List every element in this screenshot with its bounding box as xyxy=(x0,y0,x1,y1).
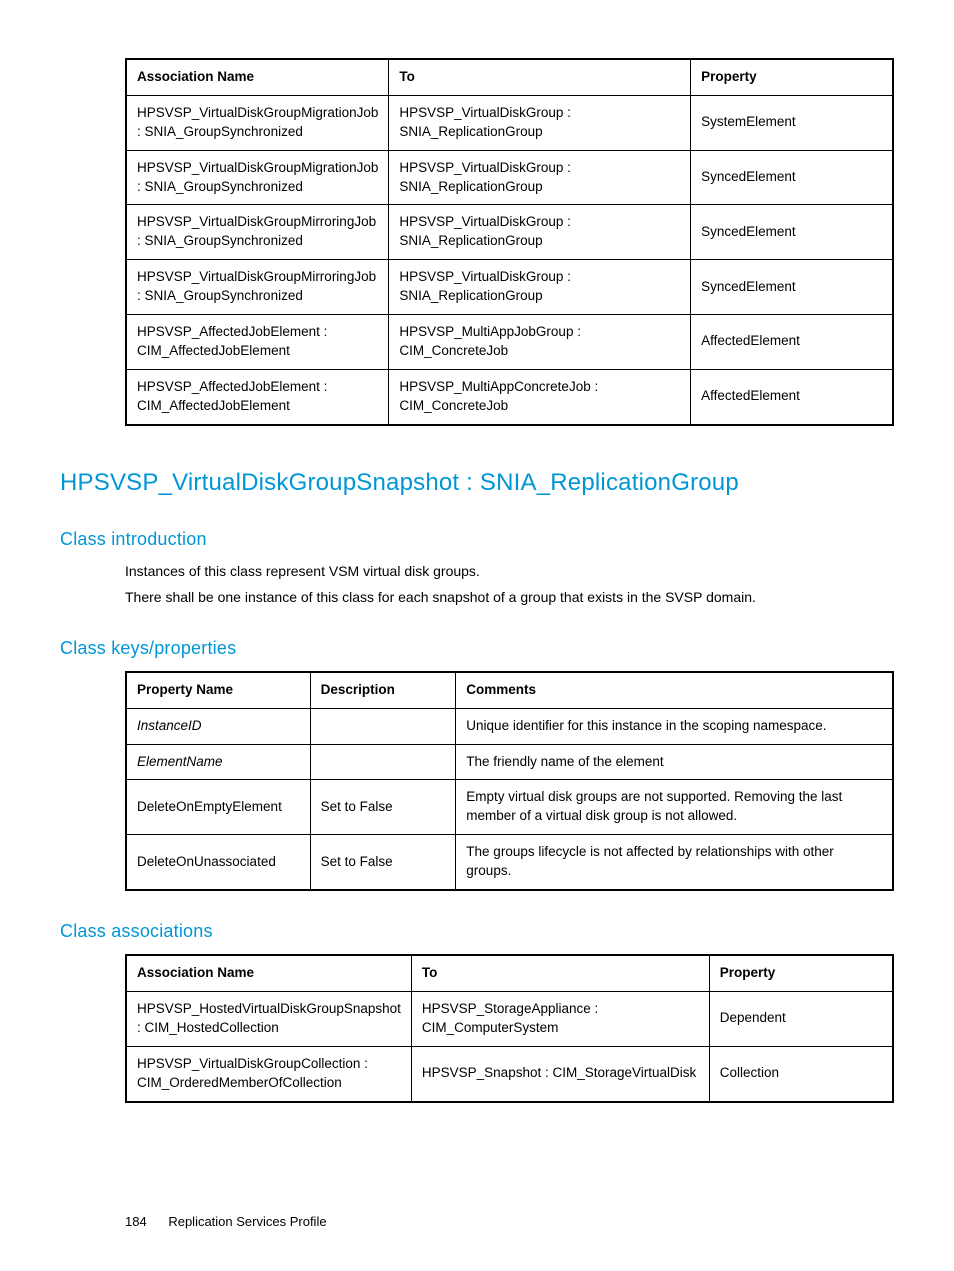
table-cell: HPSVSP_VirtualDiskGroup : SNIA_Replicati… xyxy=(389,260,691,315)
table-row: HPSVSP_AffectedJobElement : CIM_Affected… xyxy=(126,369,893,424)
table-cell: HPSVSP_VirtualDiskGroup : SNIA_Replicati… xyxy=(389,150,691,205)
table-row: HPSVSP_VirtualDiskGroupCollection : CIM_… xyxy=(126,1046,893,1101)
class-heading: HPSVSP_VirtualDiskGroupSnapshot : SNIA_R… xyxy=(60,466,894,500)
table-header: To xyxy=(411,955,709,991)
table-cell: HPSVSP_VirtualDiskGroupMirroringJob : SN… xyxy=(126,260,389,315)
table-row: InstanceID Unique identifier for this ins… xyxy=(126,708,893,744)
table-cell: SyncedElement xyxy=(691,205,893,260)
table-row: HPSVSP_VirtualDiskGroupMigrationJob : SN… xyxy=(126,95,893,150)
table-cell: HPSVSP_VirtualDiskGroupCollection : CIM_… xyxy=(126,1046,411,1101)
table-header: Property xyxy=(691,59,893,95)
property-name-cell: ElementName xyxy=(126,744,310,780)
description-cell xyxy=(310,708,456,744)
table-row: HPSVSP_VirtualDiskGroupMirroringJob : SN… xyxy=(126,205,893,260)
comments-cell: The groups lifecycle is not affected by … xyxy=(456,835,893,890)
table-header: Comments xyxy=(456,672,893,708)
description-cell xyxy=(310,744,456,780)
intro-paragraph: Instances of this class represent VSM vi… xyxy=(125,562,894,582)
comments-cell: Empty virtual disk groups are not suppor… xyxy=(456,780,893,835)
section-title-keys: Class keys/properties xyxy=(60,636,894,661)
table-row: DeleteOnEmptyElementSet to FalseEmpty vi… xyxy=(126,780,893,835)
table-cell: HPSVSP_AffectedJobElement : CIM_Affected… xyxy=(126,369,389,424)
properties-table: Property Name Description Comments Insta… xyxy=(125,671,894,891)
section-title-intro: Class introduction xyxy=(60,527,894,552)
property-name-cell: DeleteOnUnassociated xyxy=(126,835,310,890)
table-row: HPSVSP_HostedVirtualDiskGroupSnapshot : … xyxy=(126,992,893,1047)
table-cell: HPSVSP_MultiAppJobGroup : CIM_ConcreteJo… xyxy=(389,315,691,370)
table-cell: HPSVSP_VirtualDiskGroupMirroringJob : SN… xyxy=(126,205,389,260)
description-cell: Set to False xyxy=(310,835,456,890)
table-cell: HPSVSP_MultiAppConcreteJob : CIM_Concret… xyxy=(389,369,691,424)
table-cell: SystemElement xyxy=(691,95,893,150)
table-header: Property Name xyxy=(126,672,310,708)
table-cell: HPSVSP_AffectedJobElement : CIM_Affected… xyxy=(126,315,389,370)
footer-title: Replication Services Profile xyxy=(168,1214,326,1229)
table-header: Property xyxy=(709,955,893,991)
table-cell: HPSVSP_VirtualDiskGroup : SNIA_Replicati… xyxy=(389,95,691,150)
associations-table-1: Association Name To Property HPSVSP_Virt… xyxy=(125,58,894,426)
associations-table-2: Association Name To Property HPSVSP_Host… xyxy=(125,954,894,1102)
table-cell: AffectedElement xyxy=(691,369,893,424)
table-header: Association Name xyxy=(126,955,411,991)
table-cell: HPSVSP_StorageAppliance : CIM_ComputerSy… xyxy=(411,992,709,1047)
table-cell: SyncedElement xyxy=(691,260,893,315)
table-cell: HPSVSP_Snapshot : CIM_StorageVirtualDisk xyxy=(411,1046,709,1101)
table-row: DeleteOnUnassociatedSet to FalseThe grou… xyxy=(126,835,893,890)
table-cell: HPSVSP_VirtualDiskGroupMigrationJob : SN… xyxy=(126,95,389,150)
table-header: Association Name xyxy=(126,59,389,95)
table-cell: AffectedElement xyxy=(691,315,893,370)
property-name-cell: DeleteOnEmptyElement xyxy=(126,780,310,835)
table-cell: Collection xyxy=(709,1046,893,1101)
comments-cell: The friendly name of the element xyxy=(456,744,893,780)
table-row: HPSVSP_AffectedJobElement : CIM_Affected… xyxy=(126,315,893,370)
table-row: ElementName The friendly name of the elem… xyxy=(126,744,893,780)
table-header: To xyxy=(389,59,691,95)
table-cell: HPSVSP_VirtualDiskGroupMigrationJob : SN… xyxy=(126,150,389,205)
table-cell: SyncedElement xyxy=(691,150,893,205)
section-title-assoc: Class associations xyxy=(60,919,894,944)
table-cell: HPSVSP_VirtualDiskGroup : SNIA_Replicati… xyxy=(389,205,691,260)
table-header: Description xyxy=(310,672,456,708)
page-footer: 184 Replication Services Profile xyxy=(125,1213,894,1231)
intro-paragraph: There shall be one instance of this clas… xyxy=(125,588,894,608)
property-name-cell: InstanceID xyxy=(126,708,310,744)
page-number: 184 xyxy=(125,1213,147,1231)
table-cell: HPSVSP_HostedVirtualDiskGroupSnapshot : … xyxy=(126,992,411,1047)
table-cell: Dependent xyxy=(709,992,893,1047)
table-row: HPSVSP_VirtualDiskGroupMirroringJob : SN… xyxy=(126,260,893,315)
description-cell: Set to False xyxy=(310,780,456,835)
comments-cell: Unique identifier for this instance in t… xyxy=(456,708,893,744)
table-row: HPSVSP_VirtualDiskGroupMigrationJob : SN… xyxy=(126,150,893,205)
